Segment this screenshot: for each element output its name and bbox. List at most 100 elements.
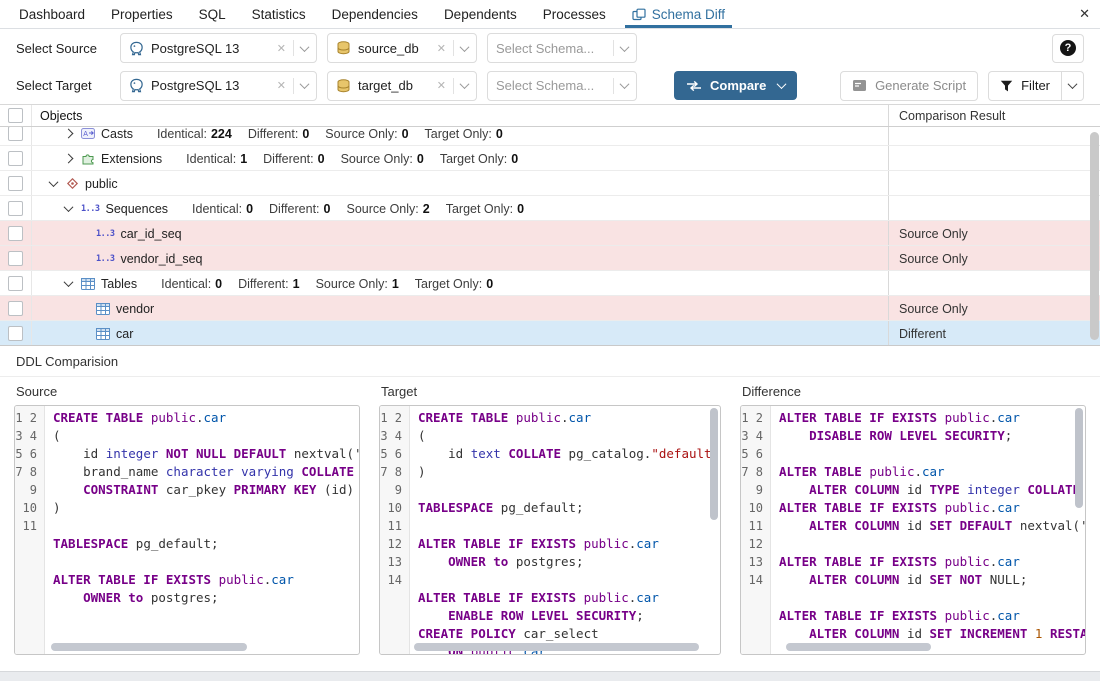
- chevron-down-icon[interactable]: [300, 42, 310, 52]
- clear-icon[interactable]: ✕: [277, 42, 286, 55]
- extensions-icon: [81, 152, 95, 165]
- tab-statistics[interactable]: Statistics: [239, 0, 319, 28]
- row-checkbox[interactable]: [8, 326, 23, 341]
- horizontal-scrollbar-thumb[interactable]: [414, 643, 699, 651]
- chevron-down-icon[interactable]: [300, 79, 310, 89]
- filter-button[interactable]: Filter: [988, 71, 1062, 101]
- count-different: Different:0: [263, 152, 324, 166]
- row-checkbox[interactable]: [8, 127, 23, 141]
- tree-cell: TablesIdentical:0Different:1Source Only:…: [32, 271, 888, 296]
- table-row-Extensions[interactable]: ExtensionsIdentical:1Different:0Source O…: [0, 146, 1100, 171]
- horizontal-scrollbar-thumb[interactable]: [786, 643, 931, 651]
- generate-script-button[interactable]: Generate Script: [840, 71, 978, 101]
- difference-code-editor[interactable]: 1 2 3 4 5 6 7 8 9 10 11 12 13 14 ALTER T…: [740, 405, 1086, 655]
- tab-schema-diff[interactable]: Schema Diff: [619, 0, 738, 28]
- count-target_only: Target Only:0: [425, 127, 503, 141]
- table-row-Casts[interactable]: ACastsIdentical:224Different:0Source Onl…: [0, 127, 1100, 146]
- row-checkbox[interactable]: [8, 276, 23, 291]
- row-checkbox[interactable]: [8, 201, 23, 216]
- row-checkbox[interactable]: [8, 301, 23, 316]
- row-checkbox[interactable]: [8, 251, 23, 266]
- clear-icon[interactable]: ✕: [277, 79, 286, 92]
- comparison-result-cell: [888, 196, 1087, 221]
- select-all-cell: [0, 105, 32, 126]
- postgresql-icon: [129, 41, 144, 56]
- tab-sql[interactable]: SQL: [186, 0, 239, 28]
- object-label: Sequences: [105, 202, 168, 216]
- comparison-result-column-header[interactable]: Comparison Result: [888, 105, 1087, 126]
- vertical-scrollbar-thumb[interactable]: [1075, 408, 1083, 508]
- tab-label: Dependencies: [332, 7, 418, 22]
- source-schema-select[interactable]: Select Schema...: [487, 33, 637, 63]
- compare-button[interactable]: Compare: [674, 71, 797, 100]
- source-server-select[interactable]: PostgreSQL 13 ✕: [120, 33, 317, 63]
- object-label: Extensions: [101, 152, 162, 166]
- vertical-scrollbar-thumb[interactable]: [710, 408, 718, 520]
- table-icon: [96, 303, 110, 315]
- target-schema-select[interactable]: Select Schema...: [487, 71, 637, 101]
- tree-cell: 1..3car_id_seq: [32, 221, 888, 246]
- postgresql-icon: [129, 78, 144, 93]
- grid-vertical-scrollbar[interactable]: [1090, 129, 1099, 343]
- source-database-select[interactable]: source_db ✕: [327, 33, 477, 63]
- chevron-down-icon[interactable]: [777, 79, 787, 89]
- tree-cell: vendor: [32, 296, 888, 321]
- tab-dependents[interactable]: Dependents: [431, 0, 530, 28]
- chevron-down-icon[interactable]: [49, 177, 59, 187]
- line-numbers: 1 2 3 4 5 6 7 8 9 10 11: [15, 406, 45, 654]
- target-code-editor[interactable]: 1 2 3 4 5 6 7 8 9 10 11 12 13 14 CREATE …: [379, 405, 721, 655]
- chevron-down-icon[interactable]: [64, 202, 74, 212]
- chevron-right-icon[interactable]: [64, 154, 74, 164]
- checkbox-cell: [0, 146, 32, 171]
- panel-title: Difference: [740, 377, 1086, 405]
- table-row-car_id_seq[interactable]: 1..3car_id_seqSource Only: [0, 221, 1100, 246]
- source-schema-placeholder: Select Schema...: [496, 41, 594, 56]
- filter-dropdown-button[interactable]: [1062, 71, 1084, 101]
- chevron-down-icon[interactable]: [620, 42, 630, 52]
- horizontal-scrollbar-thumb[interactable]: [51, 643, 247, 651]
- tab-properties[interactable]: Properties: [98, 0, 186, 28]
- row-checkbox[interactable]: [8, 226, 23, 241]
- objects-column-header[interactable]: Objects: [32, 105, 888, 126]
- table-row-vendor[interactable]: vendorSource Only: [0, 296, 1100, 321]
- chevron-down-icon[interactable]: [460, 42, 470, 52]
- line-numbers: 1 2 3 4 5 6 7 8 9 10 11 12 13 14: [380, 406, 410, 654]
- table-row-Tables[interactable]: TablesIdentical:0Different:1Source Only:…: [0, 271, 1100, 296]
- checkbox-cell: [0, 221, 32, 246]
- tab-label: Schema Diff: [652, 7, 725, 22]
- comparison-result-cell: Source Only: [888, 246, 1087, 271]
- tab-dashboard[interactable]: Dashboard: [6, 0, 98, 28]
- chevron-right-icon[interactable]: [64, 129, 74, 139]
- chevron-down-icon[interactable]: [460, 79, 470, 89]
- table-row-public[interactable]: public: [0, 171, 1100, 196]
- object-label: Casts: [101, 127, 133, 141]
- table-row-Sequences[interactable]: 1..3SequencesIdentical:0Different:0Sourc…: [0, 196, 1100, 221]
- table-row-vendor_id_seq[interactable]: 1..3vendor_id_seqSource Only: [0, 246, 1100, 271]
- generate-script-label: Generate Script: [875, 78, 966, 93]
- panel-title: Source: [14, 377, 360, 405]
- count-source_only: Source Only:1: [316, 277, 399, 291]
- tab-label: Dependents: [444, 7, 517, 22]
- tab-dependencies[interactable]: Dependencies: [319, 0, 431, 28]
- chevron-down-icon[interactable]: [620, 79, 630, 89]
- row-checkbox[interactable]: [8, 176, 23, 191]
- code-content: CREATE TABLE public.car( id text COLLATE…: [410, 406, 720, 654]
- count-different: Different:0: [248, 127, 309, 141]
- table-row-car[interactable]: carDifferent: [0, 321, 1100, 345]
- row-checkbox[interactable]: [8, 151, 23, 166]
- target-database-select[interactable]: target_db ✕: [327, 71, 477, 101]
- chevron-down-icon[interactable]: [64, 277, 74, 287]
- database-icon: [336, 41, 351, 55]
- select-target-row: Select Target PostgreSQL 13 ✕ target_db …: [0, 67, 1100, 104]
- clear-icon[interactable]: ✕: [437, 42, 446, 55]
- clear-icon[interactable]: ✕: [437, 79, 446, 92]
- scrollbar-thumb[interactable]: [1090, 132, 1099, 340]
- help-button[interactable]: ?: [1052, 34, 1084, 63]
- tab-processes[interactable]: Processes: [530, 0, 619, 28]
- target-server-select[interactable]: PostgreSQL 13 ✕: [120, 71, 317, 101]
- close-icon[interactable]: ✕: [1079, 6, 1090, 22]
- select-all-checkbox[interactable]: [8, 108, 23, 123]
- source-code-editor[interactable]: 1 2 3 4 5 6 7 8 9 10 11 CREATE TABLE pub…: [14, 405, 360, 655]
- window-horizontal-scrollbar[interactable]: [0, 671, 1100, 681]
- filter-icon: [1000, 80, 1013, 92]
